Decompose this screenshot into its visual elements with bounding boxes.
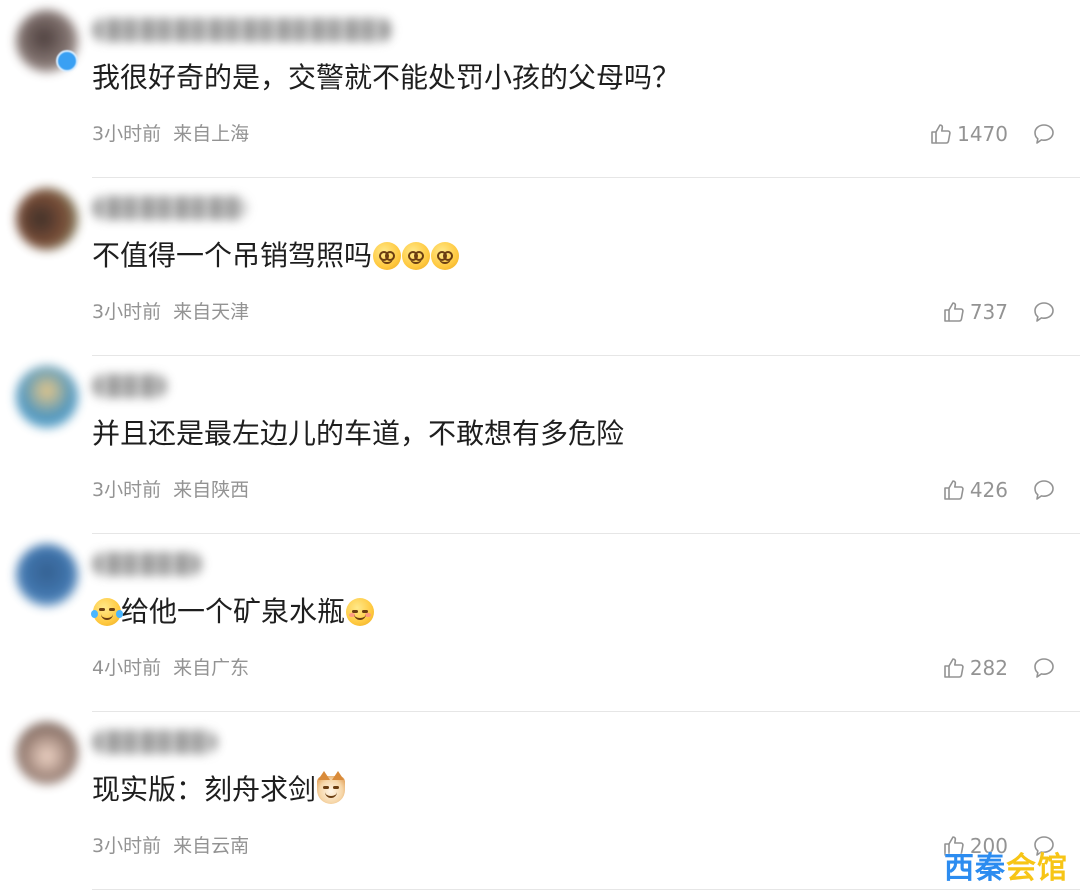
comment-item: 给他一个矿泉水瓶 4小时前 来自广东 282 bbox=[0, 534, 1080, 712]
watermark-part1: 西秦 bbox=[944, 851, 1006, 886]
comment-bubble-icon[interactable] bbox=[1032, 300, 1056, 324]
like-count: 737 bbox=[969, 300, 1008, 324]
like-count: 1470 bbox=[957, 122, 1008, 146]
comment-item: 不值得一个吊销驾照吗 3小时前 来自天津 737 bbox=[0, 178, 1080, 356]
comment-body: 并且还是最左边儿的车道，不敢想有多危险 bbox=[92, 417, 625, 450]
username-blurred[interactable] bbox=[92, 552, 202, 576]
username-blurred[interactable] bbox=[92, 18, 392, 42]
watermark-part2: 会馆 bbox=[1006, 851, 1068, 886]
like-count: 426 bbox=[969, 478, 1008, 502]
avatar[interactable] bbox=[16, 544, 78, 606]
username-blurred[interactable] bbox=[92, 374, 167, 398]
thumbs-up-icon bbox=[931, 124, 951, 144]
comment-item: 我很好奇的是，交警就不能处罚小孩的父母吗？ 3小时前 来自上海 1470 bbox=[0, 0, 1080, 178]
divider bbox=[92, 889, 1080, 890]
comment-meta: 3小时前 来自上海 bbox=[92, 121, 249, 147]
like-button[interactable]: 737 bbox=[942, 300, 1008, 324]
avatar[interactable] bbox=[16, 722, 78, 784]
comment-text: 现实版：刻舟求剑 bbox=[92, 771, 346, 808]
like-button[interactable]: 1470 bbox=[929, 122, 1008, 146]
avatar[interactable] bbox=[16, 366, 78, 428]
comment-time: 3小时前 bbox=[92, 123, 162, 145]
username-blurred[interactable] bbox=[92, 196, 247, 220]
comment-list: 我很好奇的是，交警就不能处罚小孩的父母吗？ 3小时前 来自上海 1470 不值得… bbox=[0, 0, 1080, 891]
comment-location: 来自上海 bbox=[173, 123, 250, 145]
comment-actions: 282 bbox=[942, 652, 1056, 684]
shy-face-emoji bbox=[346, 598, 375, 626]
dizzy-face-emoji bbox=[431, 242, 460, 270]
like-button[interactable]: 426 bbox=[942, 478, 1008, 502]
comment-body: 现实版：刻舟求剑 bbox=[92, 773, 317, 806]
like-button[interactable]: 282 bbox=[942, 656, 1008, 680]
comment-actions: 1470 bbox=[929, 118, 1056, 150]
thumbs-up-icon bbox=[944, 658, 964, 678]
cat-face-emoji bbox=[317, 771, 346, 804]
like-count: 282 bbox=[969, 656, 1008, 680]
dizzy-face-emoji bbox=[402, 242, 431, 270]
verified-badge-icon bbox=[56, 50, 78, 72]
comment-meta: 3小时前 来自天津 bbox=[92, 299, 249, 325]
comment-bubble-icon[interactable] bbox=[1032, 656, 1056, 680]
comment-location: 来自广东 bbox=[173, 657, 250, 679]
comment-location: 来自天津 bbox=[173, 301, 250, 323]
comment-time: 3小时前 bbox=[92, 301, 162, 323]
comment-body: 我很好奇的是，交警就不能处罚小孩的父母吗？ bbox=[92, 61, 681, 94]
dizzy-face-emoji bbox=[373, 242, 402, 270]
comment-location: 来自云南 bbox=[173, 835, 250, 857]
comment-body: 不值得一个吊销驾照吗 bbox=[92, 239, 373, 272]
comment-time: 4小时前 bbox=[92, 657, 162, 679]
comment-meta: 3小时前 来自陕西 bbox=[92, 477, 249, 503]
comment-actions: 426 bbox=[942, 474, 1056, 506]
laugh-tears-emoji bbox=[91, 598, 123, 626]
comment-time: 3小时前 bbox=[92, 835, 162, 857]
comment-item: 现实版：刻舟求剑 3小时前 来自云南 200 bbox=[0, 712, 1080, 890]
username-blurred[interactable] bbox=[92, 730, 217, 754]
comment-bubble-icon[interactable] bbox=[1032, 122, 1056, 146]
comment-meta: 4小时前 来自广东 bbox=[92, 655, 249, 681]
comment-bubble-icon[interactable] bbox=[1032, 478, 1056, 502]
watermark-logo: 西秦会馆 bbox=[944, 843, 1068, 887]
comment-time: 3小时前 bbox=[92, 479, 162, 501]
comment-text: 我很好奇的是，交警就不能处罚小孩的父母吗？ bbox=[92, 60, 680, 96]
thumbs-up-icon bbox=[944, 480, 964, 500]
comment-text: 不值得一个吊销驾照吗 bbox=[92, 238, 460, 274]
comment-body: 给他一个矿泉水瓶 bbox=[121, 595, 346, 628]
thumbs-up-icon bbox=[944, 302, 964, 322]
comment-item: 并且还是最左边儿的车道，不敢想有多危险 3小时前 来自陕西 426 bbox=[0, 356, 1080, 534]
comment-meta: 3小时前 来自云南 bbox=[92, 833, 249, 859]
comment-actions: 737 bbox=[942, 296, 1056, 328]
comment-text: 给他一个矿泉水瓶 bbox=[91, 594, 375, 630]
comment-location: 来自陕西 bbox=[173, 479, 250, 501]
avatar[interactable] bbox=[16, 188, 78, 250]
comment-text: 并且还是最左边儿的车道，不敢想有多危险 bbox=[92, 416, 624, 452]
